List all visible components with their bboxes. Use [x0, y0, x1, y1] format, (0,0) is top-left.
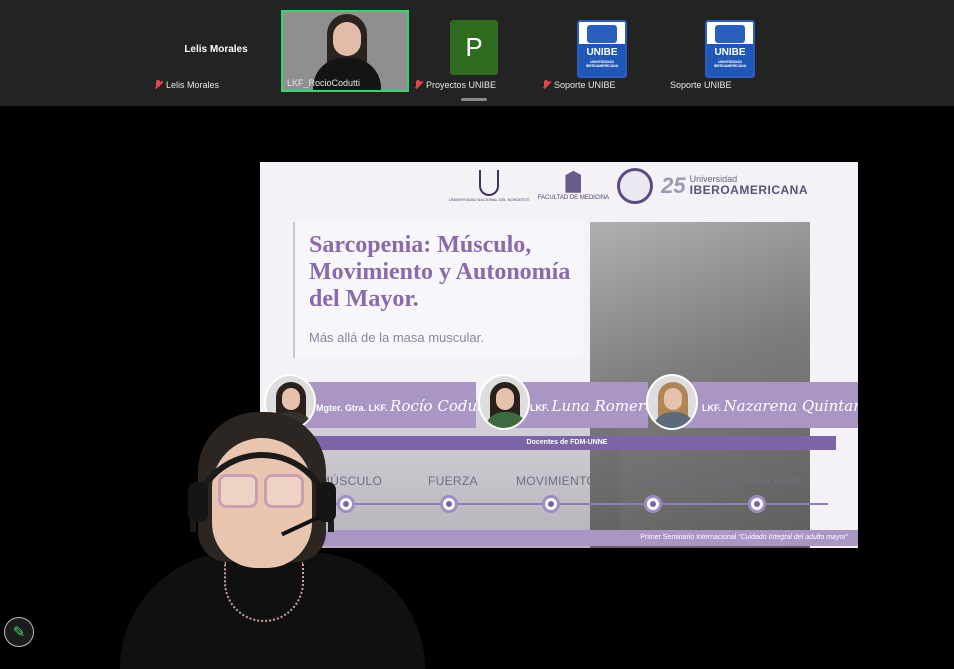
title-box: Sarcopenia: Músculo, Movimiento y Autono… [293, 222, 583, 358]
unibe-logo-icon: UNIBE UNIVERSIDAD IBEROAMERICANA [577, 20, 627, 78]
timeline-dot [440, 495, 458, 513]
headset-ear-left [188, 482, 208, 522]
participant-label: Lelis Morales [166, 80, 220, 90]
slide-subtitle: Más allá de la masa muscular. [309, 330, 484, 345]
timeline-label: FUERZA [428, 474, 478, 488]
timeline-label: FUNCIÓN [628, 474, 685, 488]
mic-muted-icon [414, 80, 423, 90]
participant-label: Proyectos UNIBE [426, 80, 497, 90]
institution-logos: UNIVERSIDAD NACIONAL DEL NORDESTE FACULT… [449, 168, 808, 204]
faculty-logo: FACULTAD DE MEDICINA [538, 170, 609, 202]
participant-tile-soporte-2[interactable]: UNIBE UNIVERSIDAD IBEROAMERICANA Soporte… [666, 10, 794, 92]
strip-drag-handle[interactable] [461, 98, 487, 101]
participant-label: LKF_RocioCodutti [287, 78, 361, 88]
headset-ear-right [316, 482, 336, 522]
timeline-label: AUTONOMÍA [724, 474, 800, 488]
participant-name: Lelis Morales [184, 44, 248, 55]
unne-logo: UNIVERSIDAD NACIONAL DEL NORDESTE [449, 169, 530, 202]
iberoamericana-logo: 25 Universidad IBEROAMERICANA [661, 173, 808, 198]
participant-label: Soporte UNIBE [554, 80, 616, 90]
participant-tile-proyectos[interactable]: P Proyectos UNIBE [410, 10, 538, 92]
video-thumb-face [333, 22, 361, 56]
slide-title: Sarcopenia: Músculo, Movimiento y Autono… [309, 232, 571, 312]
participant-tile-rocio[interactable]: LKF_RocioCodutti [281, 10, 409, 92]
timeline-dot [644, 495, 662, 513]
pencil-icon: ✎ [12, 623, 26, 641]
seal-logo [617, 168, 654, 204]
speaker-band: LKF. Nazarena Quintana [670, 382, 858, 428]
avatar: P [450, 20, 498, 75]
participant-tile-soporte-1[interactable]: UNIBE UNIVERSIDAD IBEROAMERICANA Soporte… [538, 10, 666, 92]
annotate-pen-button[interactable]: ✎ [4, 617, 34, 647]
participant-label: Soporte UNIBE [670, 80, 732, 90]
speaker-portrait [478, 374, 530, 430]
speaker-portrait [646, 374, 698, 430]
timeline-dot [748, 495, 766, 513]
presenter-video-overlay [120, 412, 425, 669]
mic-muted-icon [542, 80, 551, 90]
timeline-label: MOVIMIENTO [516, 474, 597, 488]
participant-tile-lelis[interactable]: Lelis Morales Lelis Morales [150, 10, 282, 92]
unibe-logo-icon: UNIBE UNIVERSIDAD IBEROAMERICANA [705, 20, 755, 78]
participant-strip: Lelis Morales Lelis Morales LKF_RocioCod… [0, 0, 954, 106]
timeline-dot [542, 495, 560, 513]
mic-muted-icon [154, 80, 163, 90]
